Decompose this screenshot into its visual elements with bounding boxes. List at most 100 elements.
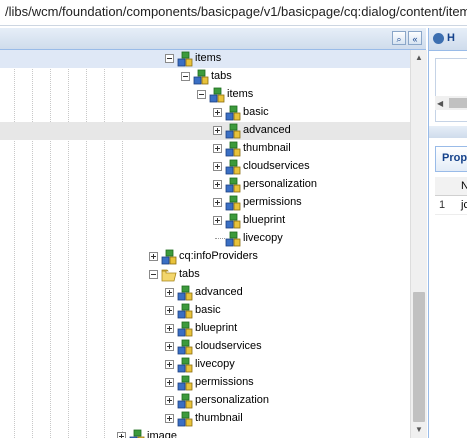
tree-node-label: livecopy [195,358,235,370]
node-icon [225,159,241,175]
expand-icon[interactable] [165,288,174,297]
tree-node[interactable]: tabs [0,68,410,86]
tree-node[interactable]: advanced [0,284,410,302]
node-icon [177,339,193,355]
tree-node[interactable]: items [0,86,410,104]
grid-header[interactable]: N [435,177,467,196]
expand-icon[interactable] [165,360,174,369]
tree-node[interactable]: personalization [0,392,410,410]
tree-node-label: cloudservices [195,340,262,352]
node-icon [177,51,193,67]
node-icon [177,285,193,301]
node-icon [177,393,193,409]
node-icon [177,303,193,319]
expand-icon[interactable] [213,216,222,225]
tree-node[interactable]: blueprint [0,212,410,230]
tree-node[interactable]: cloudservices [0,158,410,176]
right-panel-band [429,126,467,138]
tree-node-label: livecopy [243,232,283,244]
tree-node[interactable]: image [0,428,410,438]
expand-icon[interactable] [213,162,222,171]
tree-node[interactable]: thumbnail [0,140,410,158]
tree-node[interactable]: cloudservices [0,338,410,356]
right-horizontal-scrollbar[interactable]: ◀ [435,96,467,110]
expand-icon[interactable] [165,324,174,333]
h-scroll-thumb[interactable] [449,98,467,108]
collapse-icon[interactable] [149,270,158,279]
row-value: jc [461,199,467,211]
expand-icon[interactable] [149,252,158,261]
expand-icon[interactable] [165,378,174,387]
right-panel-title: H [447,32,455,44]
path-bar[interactable]: /libs/wcm/foundation/components/basicpag… [0,0,467,26]
tree-node[interactable]: thumbnail [0,410,410,428]
tree-node-label: blueprint [243,214,286,226]
tree-node-label: blueprint [195,322,238,334]
help-icon[interactable] [433,33,444,44]
expand-icon[interactable] [213,126,222,135]
tree-node[interactable]: permissions [0,374,410,392]
node-icon [193,69,209,85]
tree-vertical-scrollbar[interactable]: ▲ ▼ [410,50,427,438]
tree-node-label: basic [243,106,269,118]
tree-node-label: permissions [195,376,254,388]
properties-grid: N 1 jc [435,171,467,227]
tree-node-label: advanced [243,124,291,136]
scroll-left-icon[interactable]: ◀ [437,99,443,108]
tree-panel: ⌕ « items tabs items basic advanced thumbnail… [0,28,426,438]
tree-node-label: cq:infoProviders [179,250,258,262]
expand-icon[interactable] [165,396,174,405]
node-icon [177,357,193,373]
find-binoculars-icon[interactable]: ⌕ [392,31,406,45]
scroll-thumb[interactable] [413,292,425,422]
tree-toolbar: ⌕ « [0,28,426,50]
right-panel-header: H [429,28,467,51]
tree-node[interactable]: livecopy [0,230,410,248]
tree-node[interactable]: permissions [0,194,410,212]
expand-icon[interactable] [165,414,174,423]
collapse-icon[interactable] [165,54,174,63]
properties-side-panel: H ◀ Prop N 1 jc [428,28,467,438]
grid-column-name[interactable]: N [461,180,467,192]
tree-node-label: tabs [211,70,232,82]
tree-node[interactable]: items [0,50,410,68]
node-icon [177,321,193,337]
tree-node-label: basic [195,304,221,316]
tree-node-label: image [147,430,177,438]
scroll-down-icon[interactable]: ▼ [411,422,427,438]
tree-node[interactable]: advanced [0,122,410,140]
right-panel-content [435,58,467,122]
table-row[interactable]: 1 jc [435,196,467,215]
folder-icon [161,267,177,283]
expand-icon[interactable] [213,108,222,117]
node-icon [129,429,145,438]
tree-node[interactable]: personalization [0,176,410,194]
tree-node[interactable]: cq:infoProviders [0,248,410,266]
node-icon [225,177,241,193]
tree-node[interactable]: basic [0,104,410,122]
node-icon [225,123,241,139]
tree-node-label: tabs [179,268,200,280]
tree-node-label: permissions [243,196,302,208]
tree-node[interactable]: blueprint [0,320,410,338]
tree-node-label: cloudservices [243,160,310,172]
expand-icon[interactable] [165,342,174,351]
path-text: /libs/wcm/foundation/components/basicpag… [5,4,467,19]
tree-node[interactable]: livecopy [0,356,410,374]
node-icon [225,195,241,211]
expand-icon[interactable] [117,432,126,438]
expand-icon[interactable] [213,180,222,189]
tree-node[interactable]: basic [0,302,410,320]
tree-node-label: thumbnail [195,412,243,424]
tree-node[interactable]: tabs [0,266,410,284]
row-number: 1 [439,199,446,211]
tree-node-label: thumbnail [243,142,291,154]
collapse-icon[interactable] [197,90,206,99]
expand-icon[interactable] [213,198,222,207]
collapse-panel-icon[interactable]: « [408,31,422,45]
expand-icon[interactable] [213,144,222,153]
tab-properties[interactable]: Prop [435,146,467,171]
expand-icon[interactable] [165,306,174,315]
scroll-up-icon[interactable]: ▲ [411,50,427,66]
collapse-icon[interactable] [181,72,190,81]
